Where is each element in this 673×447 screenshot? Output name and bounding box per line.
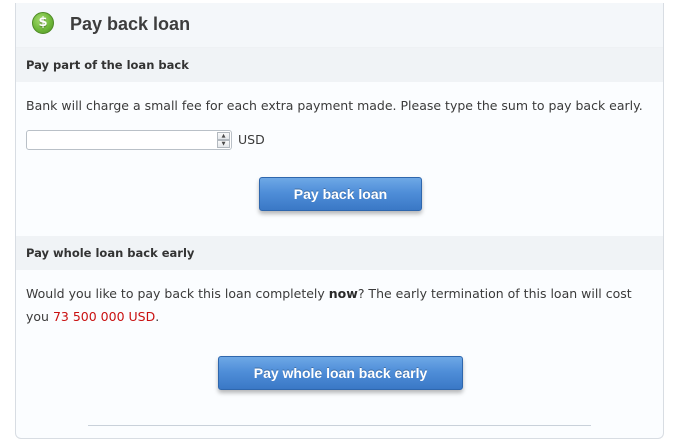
amount-field-wrapper: ▲ ▼ bbox=[26, 130, 232, 150]
whole-text-before: Would you like to pay back this loan com… bbox=[26, 286, 329, 301]
stepper-up-icon[interactable]: ▲ bbox=[217, 132, 230, 140]
pay-back-loan-button[interactable]: Pay back loan bbox=[259, 177, 422, 211]
whole-text-now: now bbox=[328, 286, 358, 301]
amount-stepper: ▲ ▼ bbox=[217, 132, 230, 148]
partial-description: Bank will charge a small fee for each ex… bbox=[26, 98, 643, 113]
pay-whole-loan-button[interactable]: Pay whole loan back early bbox=[218, 356, 463, 390]
pay-back-loan-panel: $ Pay back loan Pay part of the loan bac… bbox=[15, 3, 664, 439]
amount-input[interactable] bbox=[27, 131, 217, 149]
bottom-divider bbox=[88, 425, 591, 426]
page-title: Pay back loan bbox=[70, 14, 191, 34]
whole-text-end: . bbox=[155, 309, 160, 324]
termination-cost-amount: 73 500 000 USD bbox=[52, 309, 156, 324]
section-heading-whole: Pay whole loan back early bbox=[16, 236, 663, 270]
stepper-down-icon[interactable]: ▼ bbox=[217, 140, 230, 148]
currency-label: USD bbox=[238, 132, 265, 147]
panel-header: $ Pay back loan bbox=[16, 3, 663, 48]
section-heading-partial: Pay part of the loan back bbox=[16, 48, 663, 82]
whole-loan-description: Would you like to pay back this loan com… bbox=[26, 282, 656, 328]
dollar-coin-icon: $ bbox=[32, 12, 54, 34]
